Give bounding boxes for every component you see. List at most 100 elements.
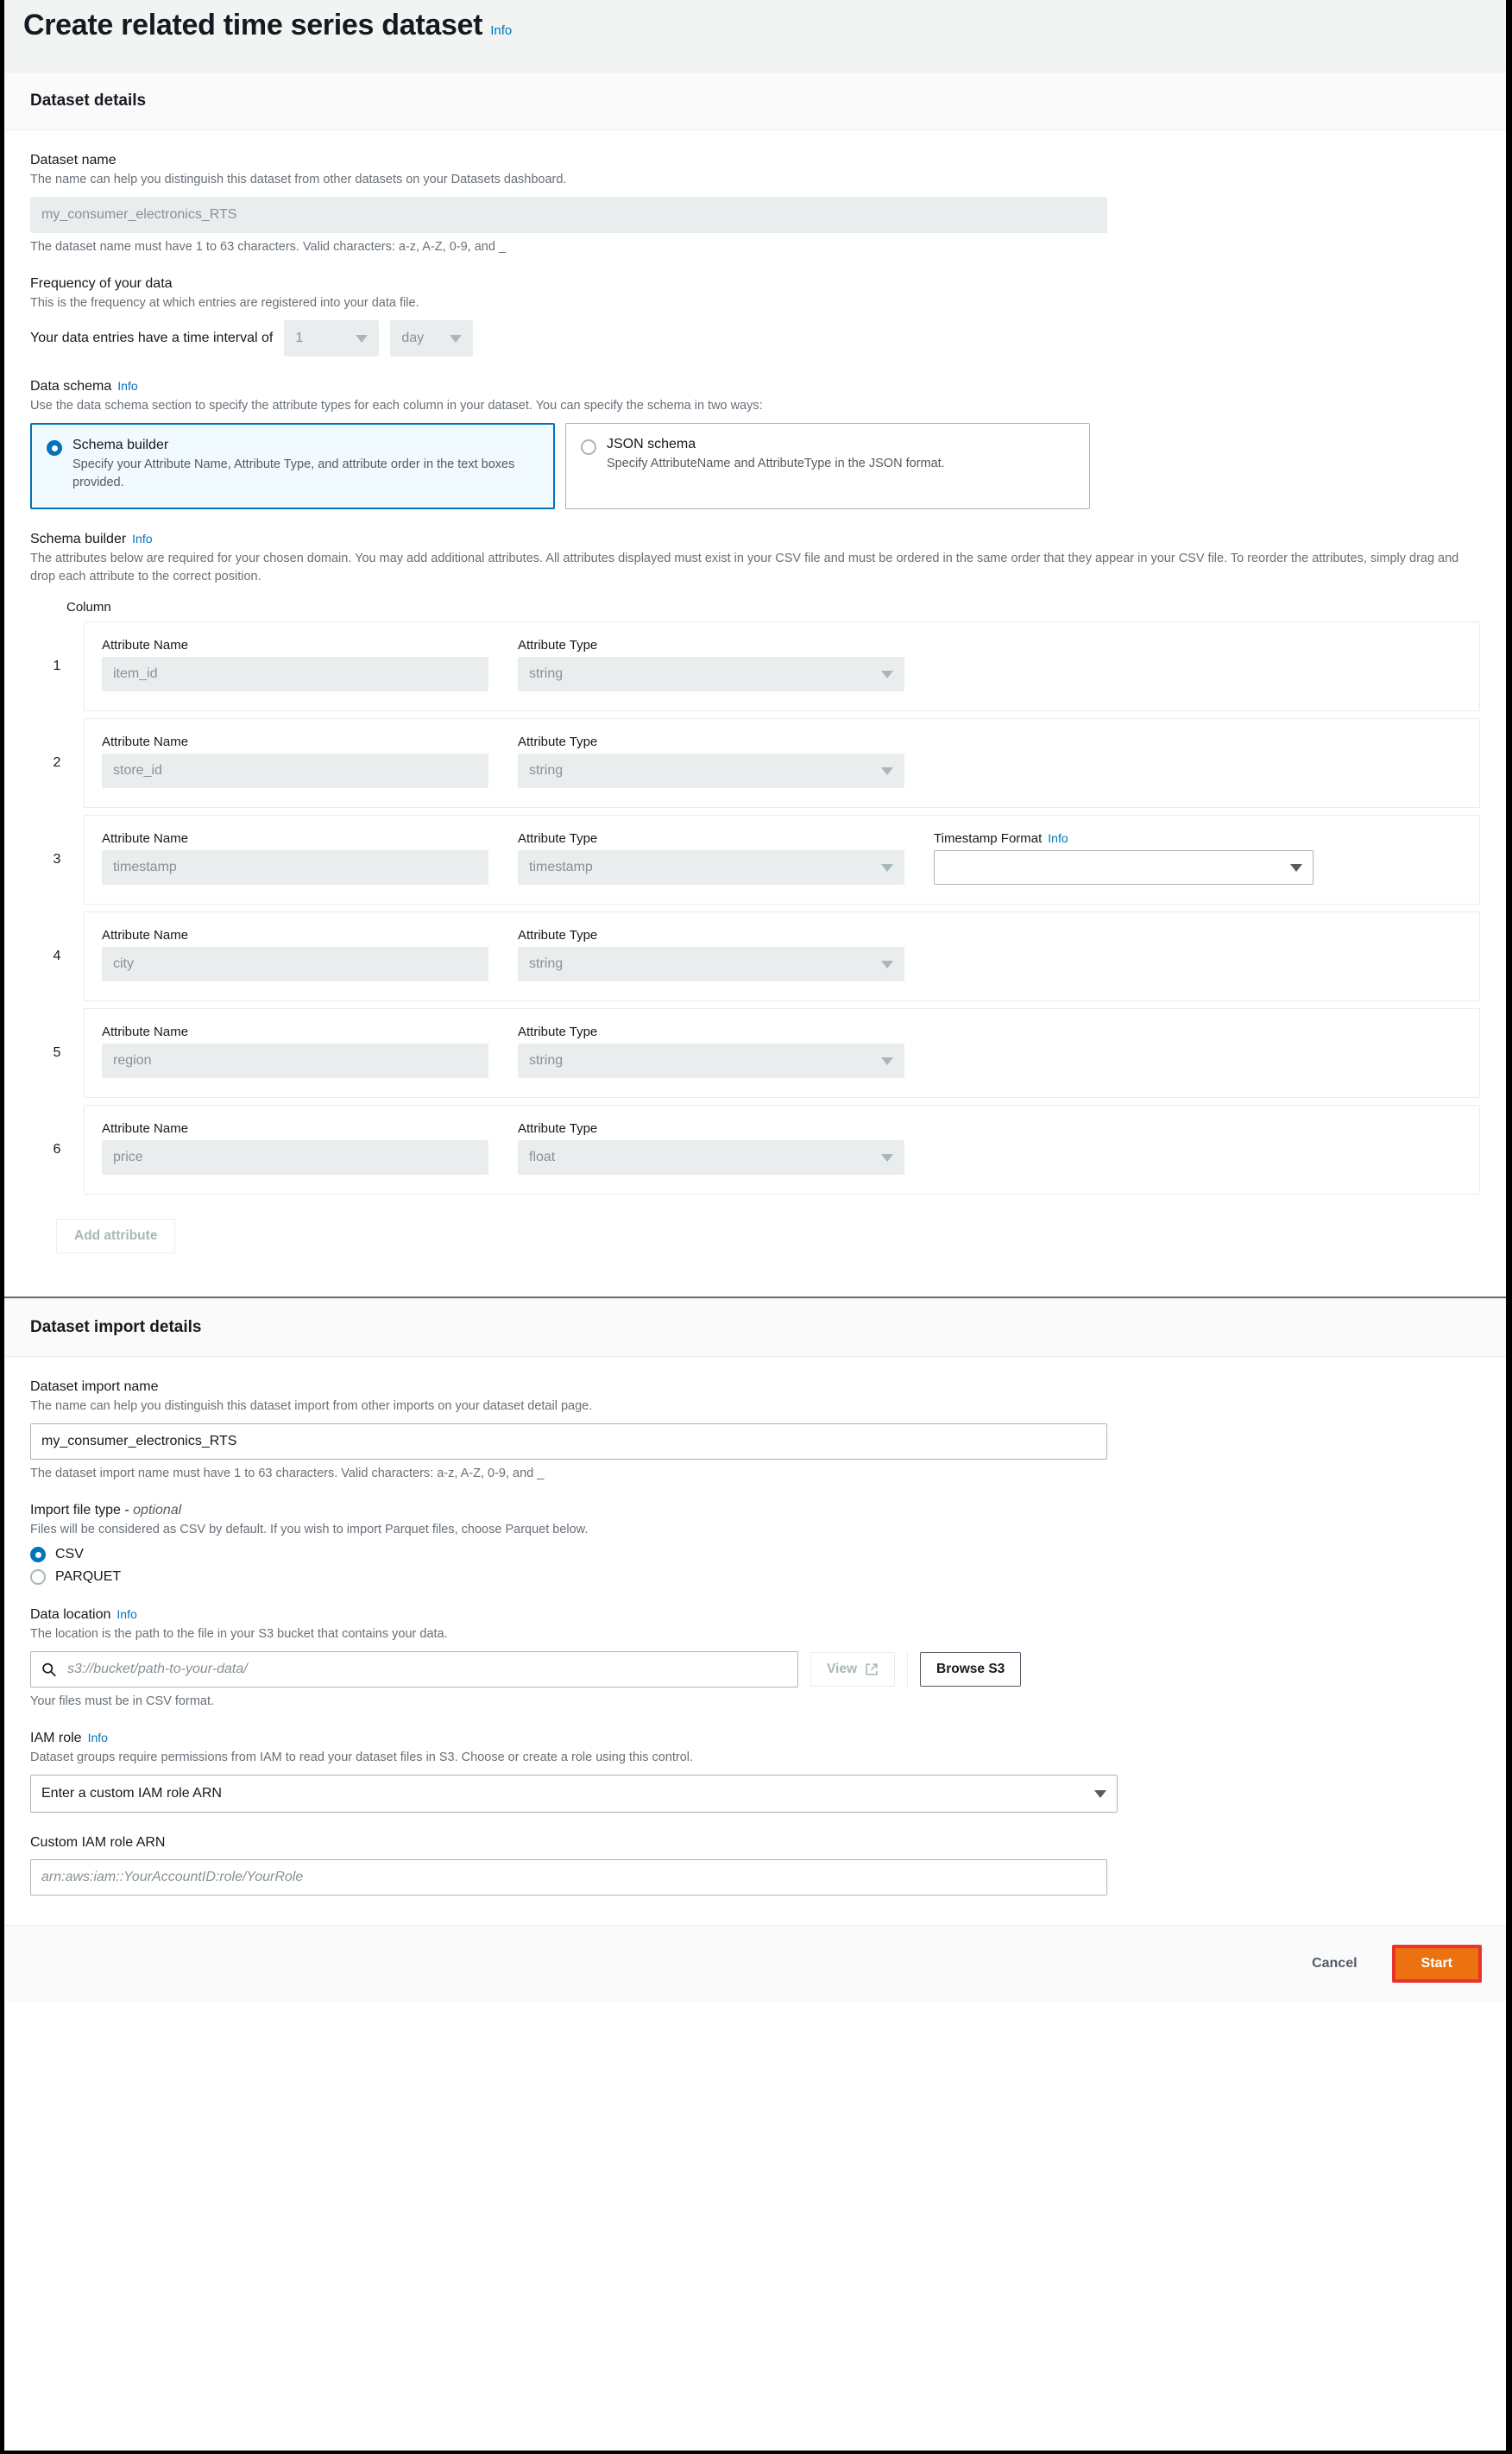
frequency-prefix-text: Your data entries have a time interval o…	[30, 331, 274, 346]
import-file-type-field: Import file type - optional Files will b…	[30, 1503, 1480, 1586]
radio-icon[interactable]	[47, 440, 62, 457]
attribute-type-label: Attribute Type	[518, 638, 598, 653]
attribute-type-select[interactable]: float	[518, 1140, 904, 1176]
attribute-index: 6	[53, 1142, 61, 1158]
schema-option-description: Specify AttributeName and AttributeType …	[607, 457, 945, 471]
attribute-type-cell: Attribute Type string	[518, 638, 915, 692]
data-schema-options: Schema builder Specify your Attribute Na…	[30, 423, 1480, 510]
attribute-type-label: Attribute Type	[518, 1121, 598, 1137]
iam-role-selected-value: Enter a custom IAM role ARN	[41, 1786, 222, 1801]
radio-icon[interactable]	[581, 439, 596, 456]
timestamp-format-select[interactable]	[934, 850, 1314, 886]
data-location-label-text: Data location	[30, 1607, 111, 1623]
attribute-name-input[interactable]	[102, 947, 488, 982]
iam-role-select[interactable]: Enter a custom IAM role ARN	[30, 1775, 1118, 1814]
attribute-type-value: string	[529, 666, 564, 682]
page-info-link[interactable]: Info	[490, 23, 512, 38]
attribute-row: 2 Attribute Name Attribute Type string	[30, 718, 1480, 809]
chevron-down-icon	[1094, 1789, 1106, 1798]
custom-iam-role-input[interactable]	[30, 1859, 1107, 1896]
data-schema-info-link[interactable]: Info	[117, 379, 137, 393]
dataset-details-body: Dataset name The name can help you disti…	[4, 130, 1506, 1283]
file-type-option-parquet[interactable]: PARQUET	[30, 1569, 1480, 1586]
attribute-type-select[interactable]: string	[518, 947, 904, 982]
data-schema-label: Data schema Info	[30, 379, 1480, 394]
start-button[interactable]: Start	[1391, 1945, 1482, 1984]
divider	[907, 1651, 909, 1688]
view-button[interactable]: View	[810, 1652, 896, 1688]
frequency-interval-value: 1	[295, 331, 304, 346]
column-header: Column	[66, 600, 111, 615]
attribute-type-select[interactable]: string	[518, 1044, 904, 1079]
attribute-name-cell: Attribute Name	[102, 1121, 499, 1176]
attribute-index: 3	[53, 852, 61, 867]
add-attribute-button[interactable]: Add attribute	[56, 1219, 176, 1254]
data-schema-description: Use the data schema section to specify t…	[30, 399, 763, 413]
attribute-name-input[interactable]	[102, 1044, 488, 1079]
file-type-option-label: CSV	[55, 1547, 84, 1562]
import-details-title: Dataset import details	[30, 1318, 202, 1337]
import-file-type-description: Files will be considered as CSV by defau…	[30, 1523, 589, 1537]
attribute-row: 1 Attribute Name Attribute Type string	[30, 621, 1480, 712]
import-name-input[interactable]	[30, 1423, 1107, 1460]
iam-role-info-link[interactable]: Info	[88, 1731, 108, 1744]
radio-icon[interactable]	[30, 1547, 46, 1563]
chevron-down-icon	[881, 960, 893, 968]
attribute-name-label: Attribute Name	[102, 928, 189, 943]
schema-builder-info-link[interactable]: Info	[132, 532, 152, 546]
attribute-name-input[interactable]	[102, 657, 488, 692]
attribute-type-label: Attribute Type	[518, 928, 598, 943]
chevron-down-icon	[356, 334, 369, 343]
import-name-hint: The dataset import name must have 1 to 6…	[30, 1467, 545, 1481]
view-button-label: View	[827, 1662, 858, 1677]
attribute-type-cell: Attribute Type float	[518, 1121, 915, 1176]
timestamp-format-label-text: Timestamp Format	[934, 831, 1043, 847]
attribute-index: 5	[53, 1045, 61, 1061]
attribute-name-cell: Attribute Name	[102, 735, 499, 789]
frequency-unit-select[interactable]: day	[390, 320, 474, 357]
attribute-type-cell: Attribute Type string	[518, 928, 915, 982]
frequency-interval-select[interactable]: 1	[284, 320, 380, 357]
dataset-details-title: Dataset details	[30, 91, 147, 110]
frequency-unit-value: day	[401, 331, 425, 346]
data-schema-label-text: Data schema	[30, 379, 112, 394]
attribute-type-label: Attribute Type	[518, 1025, 598, 1040]
dataset-details-header: Dataset details	[4, 73, 1506, 130]
chevron-down-icon	[881, 1153, 893, 1162]
chevron-down-icon	[450, 334, 463, 343]
attribute-name-label: Attribute Name	[102, 1121, 189, 1137]
file-type-option-csv[interactable]: CSV	[30, 1547, 1480, 1563]
schema-option-description: Specify your Attribute Name, Attribute T…	[72, 457, 515, 490]
attribute-type-cell: Attribute Type timestamp	[518, 831, 915, 886]
schema-option-json-schema[interactable]: JSON schema Specify AttributeName and At…	[565, 423, 1090, 510]
attribute-type-select[interactable]: string	[518, 754, 904, 789]
attribute-name-input[interactable]	[102, 1140, 488, 1176]
attribute-type-label: Attribute Type	[518, 735, 598, 750]
schema-option-schema-builder[interactable]: Schema builder Specify your Attribute Na…	[30, 423, 555, 510]
iam-role-label: IAM role Info	[30, 1731, 1480, 1746]
frequency-label: Frequency of your data	[30, 276, 173, 292]
import-name-label: Dataset import name	[30, 1379, 159, 1395]
cancel-button[interactable]: Cancel	[1300, 1947, 1369, 1980]
create-dataset-page: Create related time series dataset Info D…	[0, 0, 1512, 2454]
attribute-row: 6 Attribute Name Attribute Type float	[30, 1105, 1480, 1195]
dataset-name-input[interactable]	[30, 197, 1107, 234]
section-divider	[4, 1283, 1506, 1299]
schema-builder-description: The attributes below are required for yo…	[30, 552, 1459, 584]
attribute-index: 4	[53, 949, 61, 964]
attribute-name-cell: Attribute Name	[102, 928, 499, 982]
import-name-description: The name can help you distinguish this d…	[30, 1399, 593, 1414]
data-location-info-link[interactable]: Info	[117, 1607, 136, 1621]
attribute-type-select[interactable]: timestamp	[518, 850, 904, 886]
attribute-name-input[interactable]	[102, 754, 488, 789]
dataset-name-label: Dataset name	[30, 153, 117, 167]
browse-s3-button[interactable]: Browse S3	[920, 1652, 1022, 1688]
frequency-field: Frequency of your data This is the frequ…	[30, 276, 1480, 357]
attribute-type-select[interactable]: string	[518, 657, 904, 692]
data-location-input-wrap	[30, 1651, 798, 1688]
attribute-card: Attribute Name Attribute Type string	[84, 912, 1480, 1002]
timestamp-format-info-link[interactable]: Info	[1048, 831, 1068, 845]
attribute-name-input[interactable]	[102, 850, 488, 886]
radio-icon[interactable]	[30, 1569, 46, 1586]
data-location-input[interactable]	[30, 1651, 798, 1688]
